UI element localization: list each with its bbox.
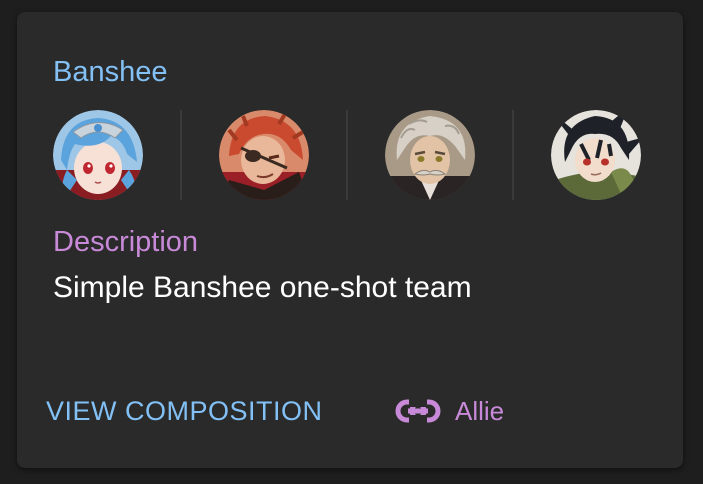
- hero-portrait-3[interactable]: [385, 110, 475, 200]
- hero-portrait-blue-hair-icon: [53, 110, 143, 200]
- description-text: Simple Banshee one-shot team: [53, 271, 472, 304]
- author-link[interactable]: Allie: [395, 395, 504, 427]
- portrait-divider: [346, 110, 348, 200]
- view-composition-button[interactable]: VIEW COMPOSITION: [46, 395, 323, 427]
- hero-portrait-black-hair-green-scarf-icon: [551, 110, 641, 200]
- hero-portraits: [53, 109, 641, 201]
- hero-portrait-2[interactable]: [219, 110, 309, 200]
- hero-portrait-1[interactable]: [53, 110, 143, 200]
- composition-title: Banshee: [53, 56, 168, 88]
- hero-portrait-4[interactable]: [551, 110, 641, 200]
- description-label: Description: [53, 226, 199, 258]
- composition-card: Banshee Description Simple Banshee one-s…: [17, 12, 683, 468]
- portrait-divider: [180, 110, 182, 200]
- hero-portrait-red-hair-eyepatch-icon: [219, 110, 309, 200]
- hero-portrait-grey-hair-mustache-icon: [385, 110, 475, 200]
- author-name: Allie: [455, 395, 505, 426]
- link-icon: [395, 399, 441, 423]
- portrait-divider: [512, 110, 514, 200]
